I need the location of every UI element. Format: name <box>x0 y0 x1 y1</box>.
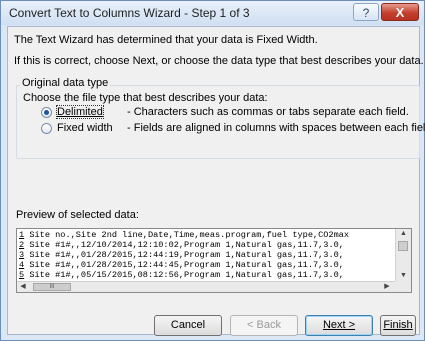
intro-line-2: If this is correct, choose Next, or choo… <box>14 55 424 67</box>
fixed-width-label-text: Fixed width <box>57 122 113 134</box>
row-text: Site #1#,,05/15/2015,08:12:56,Program 1,… <box>29 270 344 280</box>
horizontal-scroll-thumb[interactable]: III <box>33 283 71 291</box>
row-text: Site #1#,,01/28/2015,12:44:45,Program 1,… <box>29 260 344 270</box>
window-title: Convert Text to Columns Wizard - Step 1 … <box>9 6 250 20</box>
finish-button-label: Finish <box>383 319 413 331</box>
help-button[interactable]: ? <box>353 3 379 21</box>
vertical-scroll-thumb[interactable] <box>398 241 408 251</box>
row-text: Site #1#,,12/10/2014,12:10:02,Program 1,… <box>29 240 344 250</box>
scrollbar-corner <box>395 281 411 292</box>
dialog-body: The Text Wizard has determined that your… <box>7 26 425 336</box>
horizontal-scrollbar[interactable]: ◀ III ▶ <box>17 281 395 292</box>
scroll-right-icon[interactable]: ▶ <box>381 282 393 292</box>
delimited-label-text: Delimited <box>57 106 103 118</box>
scroll-down-icon[interactable]: ▼ <box>396 271 411 281</box>
wizard-window: Convert Text to Columns Wizard - Step 1 … <box>0 0 425 341</box>
preview-row: 5 Site #1#,,05/15/2015,08:12:56,Program … <box>19 270 344 280</box>
close-button[interactable]: X <box>381 3 419 21</box>
scroll-up-icon[interactable]: ▲ <box>396 229 411 239</box>
preview-row: 2 Site #1#,,12/10/2014,12:10:02,Program … <box>19 240 344 250</box>
title-bar: Convert Text to Columns Wizard - Step 1 … <box>1 1 424 25</box>
back-button[interactable]: < Back <box>230 315 298 336</box>
row-number: 5 <box>19 270 25 280</box>
next-button[interactable]: Next > <box>305 315 373 336</box>
row-number: 2 <box>19 240 25 250</box>
file-type-prompt: Choose the file type that best describes… <box>23 92 268 104</box>
delimited-description: - Characters such as commas or tabs sepa… <box>127 106 409 118</box>
scroll-left-icon[interactable]: ◀ <box>17 282 29 292</box>
row-text: Site no.,Site 2nd line,Date,Time,meas.pr… <box>29 230 350 240</box>
finish-button[interactable]: Finish <box>380 315 416 336</box>
cancel-button[interactable]: Cancel <box>154 315 222 336</box>
preview-row: 3 Site #1#,,01/28/2015,12:44:19,Program … <box>19 250 344 260</box>
preview-row: 1 Site no.,Site 2nd line,Date,Time,meas.… <box>19 230 349 240</box>
fixed-width-label[interactable]: Fixed width <box>57 122 113 134</box>
fixed-width-description: - Fields are aligned in columns with spa… <box>127 122 425 134</box>
preview-row: 4 Site #1#,,01/28/2015,12:44:45,Program … <box>19 260 344 270</box>
row-number: 4 <box>19 260 25 270</box>
preview-title: Preview of selected data: <box>16 209 139 221</box>
intro-line-1: The Text Wizard has determined that your… <box>14 34 318 46</box>
vertical-scrollbar[interactable]: ▲ ▼ <box>395 229 411 281</box>
data-preview[interactable]: 1 Site no.,Site 2nd line,Date,Time,meas.… <box>16 228 412 293</box>
original-data-type-title: Original data type <box>20 77 111 89</box>
row-number: 3 <box>19 250 25 260</box>
fixed-width-radio[interactable] <box>41 123 52 134</box>
next-button-label: Next > <box>322 319 356 331</box>
delimited-radio[interactable] <box>41 107 52 118</box>
delimited-label[interactable]: Delimited <box>56 105 104 119</box>
row-text: Site #1#,,01/28/2015,12:44:19,Program 1,… <box>29 250 344 260</box>
row-number: 1 <box>19 230 25 240</box>
preview-rows: 1 Site no.,Site 2nd line,Date,Time,meas.… <box>17 229 394 281</box>
